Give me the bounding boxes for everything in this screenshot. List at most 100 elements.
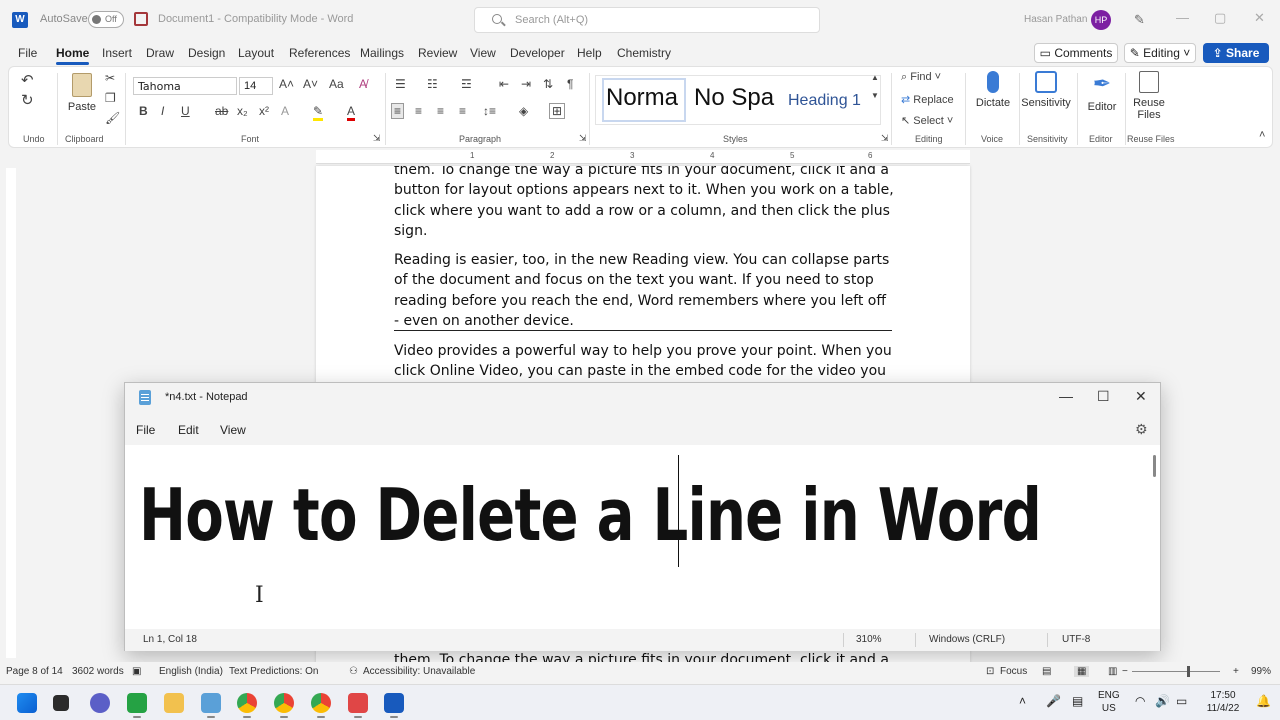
menu-view[interactable]: View xyxy=(220,423,246,437)
editing-mode-button[interactable]: ✎ Editing ˅ xyxy=(1124,43,1196,63)
style-heading-1[interactable]: Heading 1 xyxy=(788,92,861,110)
document-paragraph[interactable]: Video provides a powerful way to help yo… xyxy=(394,341,894,382)
save-icon[interactable] xyxy=(134,12,148,26)
close-icon[interactable]: ✕ xyxy=(1254,10,1265,26)
pen-icon[interactable]: ✎ xyxy=(1134,12,1148,27)
highlight-icon[interactable]: ✎ xyxy=(313,104,324,121)
web-layout-icon[interactable]: ▥ xyxy=(1108,666,1117,677)
superscript-icon[interactable]: x² xyxy=(259,104,269,118)
read-mode-icon[interactable]: ▤ xyxy=(1042,666,1051,677)
tab-view[interactable]: View xyxy=(470,46,496,60)
notepad-titlebar[interactable]: *n4.txt - Notepad — ☐ ✕ xyxy=(125,383,1160,413)
dialog-launcher-icon[interactable]: ⇲ xyxy=(881,133,889,144)
subscript-icon[interactable]: x₂ xyxy=(237,104,248,118)
replace-button[interactable]: ⇄ Replace xyxy=(901,93,954,106)
notepad-taskbar-icon[interactable] xyxy=(201,693,221,718)
font-size-select[interactable]: 14 xyxy=(239,77,273,95)
wifi-icon[interactable]: ◠ xyxy=(1135,695,1145,708)
tab-layout[interactable]: Layout xyxy=(238,46,274,60)
notepad-window[interactable]: *n4.txt - Notepad — ☐ ✕ File Edit View ⚙… xyxy=(124,382,1161,651)
sort-icon[interactable]: ⇅ xyxy=(543,77,553,91)
zoom-slider[interactable] xyxy=(1132,666,1220,677)
language-indicator[interactable]: ENG US xyxy=(1098,689,1120,715)
underline-icon[interactable]: U xyxy=(181,104,190,118)
avatar[interactable]: HP xyxy=(1091,10,1111,30)
format-painter-icon[interactable]: 🖌 xyxy=(105,111,120,125)
zoom-out-icon[interactable]: − xyxy=(1122,666,1128,677)
teams-chat-icon[interactable] xyxy=(90,693,110,713)
undo-icon[interactable]: ↶ xyxy=(21,71,34,89)
scrollbar[interactable] xyxy=(1153,455,1156,477)
camtasia-icon[interactable] xyxy=(127,693,147,718)
dialog-launcher-icon[interactable]: ⇲ xyxy=(373,133,381,144)
user-name[interactable]: Hasan Pathan xyxy=(1024,14,1087,25)
cut-icon[interactable]: ✂ xyxy=(105,71,115,85)
gear-icon[interactable]: ⚙ xyxy=(1135,421,1148,438)
maximize-icon[interactable]: ☐ xyxy=(1097,388,1110,405)
tab-draw[interactable]: Draw xyxy=(146,46,174,60)
dialog-launcher-icon[interactable]: ⇲ xyxy=(579,133,587,144)
tab-file[interactable]: File xyxy=(18,46,37,60)
proofing-icon[interactable]: ▣ xyxy=(132,666,141,677)
change-case-icon[interactable]: Aa xyxy=(329,77,344,91)
align-right-icon[interactable]: ≡ xyxy=(437,104,444,118)
zoom-slider-thumb[interactable] xyxy=(1187,666,1190,677)
justify-icon[interactable]: ≡ xyxy=(459,104,466,118)
bold-icon[interactable]: B xyxy=(139,104,148,118)
document-paragraph[interactable]: Reading is easier, too, in the new Readi… xyxy=(394,250,894,331)
notification-bell-icon[interactable]: 🔔 xyxy=(1256,695,1271,708)
word-taskbar-icon[interactable] xyxy=(384,693,404,718)
clear-formatting-icon[interactable]: A̸ xyxy=(359,77,367,91)
chrome-profile-icon[interactable] xyxy=(311,693,331,718)
redo-icon[interactable]: ↻ xyxy=(21,91,34,109)
clock[interactable]: 17:50 11/4/22 xyxy=(1206,689,1240,715)
find-button[interactable]: ⌕ Find ˅ xyxy=(901,71,941,84)
battery-icon[interactable]: ▭ xyxy=(1176,695,1187,708)
font-name-select[interactable]: Tahoma xyxy=(133,77,237,95)
tab-chemistry[interactable]: Chemistry xyxy=(617,46,671,60)
minimize-icon[interactable]: — xyxy=(1176,10,1189,25)
shading-icon[interactable]: ◈ xyxy=(519,104,528,118)
shrink-font-icon[interactable]: A˅ xyxy=(303,77,318,91)
windows-start-icon[interactable] xyxy=(17,693,37,713)
paste-button[interactable]: Paste xyxy=(67,73,97,113)
tab-insert[interactable]: Insert xyxy=(102,46,132,60)
comments-button[interactable]: ▭ Comments xyxy=(1034,43,1118,63)
tab-help[interactable]: Help xyxy=(577,46,602,60)
show-marks-icon[interactable]: ¶ xyxy=(567,77,573,91)
collapse-ribbon-icon[interactable]: ˄ xyxy=(1259,129,1265,141)
maximize-icon[interactable]: ▢ xyxy=(1214,10,1226,26)
tab-mailings[interactable]: Mailings xyxy=(360,46,404,60)
word-count[interactable]: 3602 words xyxy=(72,666,124,677)
font-color-icon[interactable]: A xyxy=(347,104,356,121)
volume-icon[interactable]: 🔊 xyxy=(1155,695,1170,708)
menu-edit[interactable]: Edit xyxy=(178,423,199,437)
italic-icon[interactable]: I xyxy=(161,104,164,118)
increase-indent-icon[interactable]: ⇥ xyxy=(521,77,531,91)
notepad-text-area[interactable]: How to Delete a Line in Word I xyxy=(125,445,1160,628)
align-center-icon[interactable]: ≡ xyxy=(415,104,422,118)
chrome-icon[interactable] xyxy=(237,693,257,718)
recorder-icon[interactable] xyxy=(348,693,368,718)
search-input[interactable]: Search (Alt+Q) xyxy=(474,7,820,33)
bullets-icon[interactable]: ☰ xyxy=(395,77,406,91)
chevron-down-icon[interactable]: ▼ xyxy=(871,91,879,100)
zoom-level[interactable]: 99% xyxy=(1251,666,1271,677)
focus-button[interactable]: Focus xyxy=(1000,666,1027,677)
task-view-icon[interactable] xyxy=(53,695,69,711)
tab-references[interactable]: References xyxy=(289,46,350,60)
text-predictions[interactable]: Text Predictions: On xyxy=(229,666,318,677)
grow-font-icon[interactable]: A˄ xyxy=(279,77,294,91)
sensitivity-button[interactable]: Sensitivity xyxy=(1021,71,1071,109)
microphone-icon[interactable]: 🎤 xyxy=(1046,695,1061,708)
line-spacing-icon[interactable]: ↕≡ xyxy=(483,104,496,118)
chrome-profile-icon[interactable] xyxy=(274,693,294,718)
minimize-icon[interactable]: — xyxy=(1059,388,1073,404)
style-normal[interactable]: Norma xyxy=(602,78,686,122)
tab-review[interactable]: Review xyxy=(418,46,457,60)
tab-home[interactable]: Home xyxy=(56,46,90,65)
accessibility-status[interactable]: Accessibility: Unavailable xyxy=(363,666,475,677)
horizontal-line[interactable] xyxy=(394,330,892,331)
chevron-up-icon[interactable]: ▲ xyxy=(871,73,879,82)
close-icon[interactable]: ✕ xyxy=(1135,388,1147,405)
